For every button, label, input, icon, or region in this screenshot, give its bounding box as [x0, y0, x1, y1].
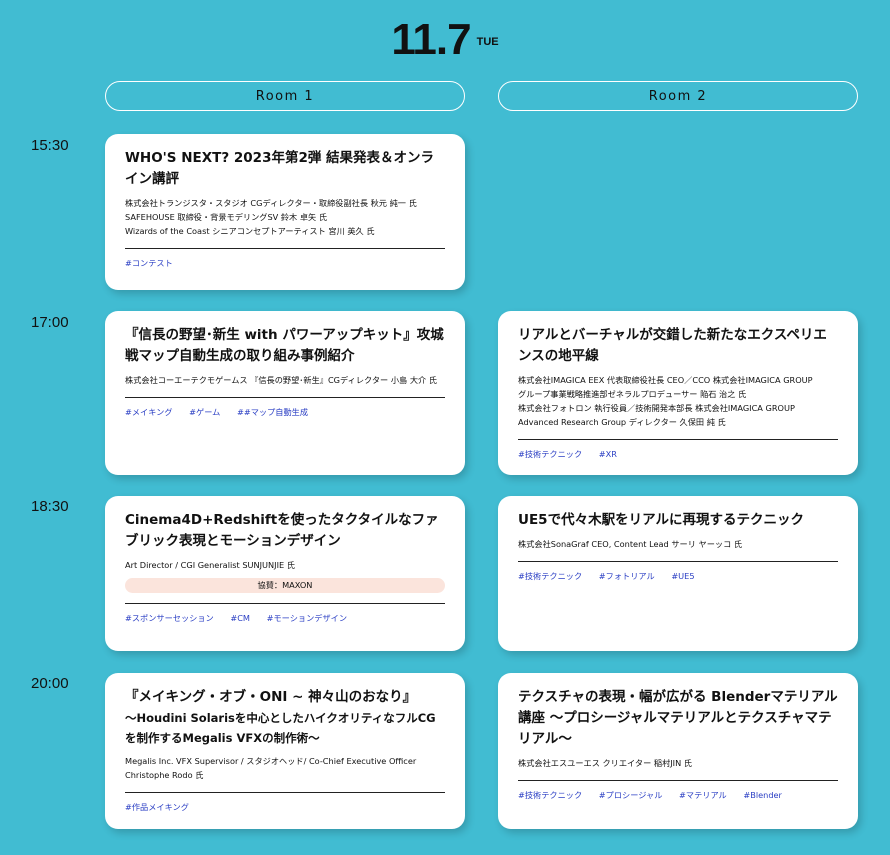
date-weekday: TUE: [476, 36, 499, 48]
tag-list: #技術テクニック #フォトリアル #UE5: [518, 570, 838, 582]
tag-link[interactable]: #技術テクニック: [518, 449, 582, 459]
session-title: UE5で代々木駅をリアルに再現するテクニック: [518, 512, 804, 528]
session-card[interactable]: リアルとバーチャルが交錯した新たなエクスペリエンスの地平線 株式会社IMAGIC…: [498, 311, 858, 475]
tag-link[interactable]: #UE5: [671, 571, 694, 581]
tag-link[interactable]: #XR: [599, 449, 617, 459]
time-label-2000: 20:00: [31, 675, 69, 692]
session-card[interactable]: 『信長の野望･新生 with パワーアップキット』攻城戦マップ自動生成の取り組み…: [105, 311, 465, 475]
tag-link[interactable]: #モーションデザイン: [267, 613, 347, 623]
tag-list: #技術テクニック #プロシージャル #マテリアル #Blender: [518, 789, 838, 801]
time-label-1700: 17:00: [31, 314, 69, 331]
divider: [518, 439, 838, 440]
tag-link[interactable]: #技術テクニック: [518, 571, 582, 581]
date-day: 11.7: [391, 15, 471, 64]
session-card[interactable]: UE5で代々木駅をリアルに再現するテクニック 株式会社SonaGraf CEO,…: [498, 496, 858, 651]
tag-link[interactable]: #技術テクニック: [518, 790, 582, 800]
tag-list: #コンテスト: [125, 257, 445, 269]
divider: [125, 603, 445, 604]
tag-link[interactable]: #スポンサーセッション: [125, 613, 214, 623]
session-title: 『信長の野望･新生 with パワーアップキット』攻城戦マップ自動生成の取り組み…: [125, 327, 444, 364]
speaker-line: 株式会社コーエーテクモゲームス 『信長の野望･新生』CGディレクター 小島 大介…: [125, 375, 437, 385]
time-label-1530: 15:30: [31, 137, 69, 154]
divider: [125, 397, 445, 398]
speaker-list: 株式会社エスユーエス クリエイター 稲村JIN 氏: [518, 756, 838, 770]
speaker-line: 株式会社フォトロン 執行役員／技術開発本部長 株式会社IMAGICA GROUP: [518, 403, 795, 413]
tag-link[interactable]: #作品メイキング: [125, 802, 189, 812]
speaker-list: 株式会社SonaGraf CEO, Content Lead サーリ ヤーッコ …: [518, 537, 838, 551]
session-card[interactable]: 『メイキング・オブ・ONI ~ 神々山のおなり』 ～Houdini Solari…: [105, 673, 465, 829]
speaker-line: Advanced Research Group ディレクター 久保田 純 氏: [518, 417, 726, 427]
session-title: WHO'S NEXT? 2023年第2弾 結果発表＆オンライン講評: [125, 150, 435, 187]
tag-list: #スポンサーセッション #CM #モーションデザイン: [125, 612, 445, 624]
time-label-1830: 18:30: [31, 498, 69, 515]
speaker-list: 株式会社トランジスタ・スタジオ CGディレクター・取締役副社長 秋元 純一 氏 …: [125, 196, 445, 238]
session-title: 『メイキング・オブ・ONI ~ 神々山のおなり』 ～Houdini Solari…: [125, 687, 445, 748]
session-card[interactable]: Cinema4D+Redshiftを使ったタクタイルなファブリック表現とモーショ…: [105, 496, 465, 651]
tag-link[interactable]: #Blender: [743, 790, 782, 800]
speaker-list: Art Director / CGI Generalist SUNJUNJIE …: [125, 558, 445, 572]
speaker-line: Art Director / CGI Generalist SUNJUNJIE …: [125, 560, 295, 570]
tag-link[interactable]: #プロシージャル: [599, 790, 663, 800]
tag-list: #技術テクニック #XR: [518, 448, 838, 460]
tag-link[interactable]: #フォトリアル: [599, 571, 655, 581]
divider: [518, 561, 838, 562]
divider: [518, 780, 838, 781]
speaker-list: 株式会社コーエーテクモゲームス 『信長の野望･新生』CGディレクター 小島 大介…: [125, 373, 445, 387]
divider: [125, 248, 445, 249]
speaker-line: Megalis Inc. VFX Supervisor / スタジオヘッド/ C…: [125, 756, 417, 780]
tag-list: #作品メイキング: [125, 801, 445, 813]
tag-link[interactable]: #メイキング: [125, 407, 173, 417]
speaker-line: 株式会社トランジスタ・スタジオ CGディレクター・取締役副社長 秋元 純一 氏: [125, 198, 417, 208]
speaker-line: 株式会社エスユーエス クリエイター 稲村JIN 氏: [518, 758, 692, 768]
speaker-line: グループ事業戦略推進部ゼネラルプロデューサー 陥石 治之 氏: [518, 389, 747, 399]
date-header: 11.7 TUE: [0, 14, 890, 66]
tag-link[interactable]: ##マップ自動生成: [237, 407, 308, 417]
speaker-line: 株式会社SonaGraf CEO, Content Lead サーリ ヤーッコ …: [518, 539, 743, 549]
speaker-line: 株式会社IMAGICA EEX 代表取締役社長 CEO／CCO 株式会社IMAG…: [518, 375, 813, 385]
session-title: Cinema4D+Redshiftを使ったタクタイルなファブリック表現とモーショ…: [125, 512, 439, 549]
speaker-line: SAFEHOUSE 取締役・背景モデリングSV 鈴木 卓矢 氏: [125, 212, 328, 222]
session-subtitle: ～Houdini Solarisを中心としたハイクオリティなフルCGを制作するM…: [125, 711, 436, 745]
speaker-list: Megalis Inc. VFX Supervisor / スタジオヘッド/ C…: [125, 754, 445, 782]
tag-list: #メイキング #ゲーム ##マップ自動生成: [125, 406, 445, 418]
room-1-header: Room 1: [105, 81, 465, 111]
room-2-header: Room 2: [498, 81, 858, 111]
tag-link[interactable]: #CM: [230, 613, 250, 623]
divider: [125, 792, 445, 793]
tag-link[interactable]: #コンテスト: [125, 258, 173, 268]
tag-link[interactable]: #マテリアル: [679, 790, 727, 800]
speaker-line: Wizards of the Coast シニアコンセプトアーティスト 宮川 英…: [125, 226, 375, 236]
session-title: テクスチャの表現・幅が広がる Blenderマテリアル講座 ～プロシージャルマテ…: [518, 689, 838, 747]
speaker-list: 株式会社IMAGICA EEX 代表取締役社長 CEO／CCO 株式会社IMAG…: [518, 373, 838, 429]
session-card[interactable]: WHO'S NEXT? 2023年第2弾 結果発表＆オンライン講評 株式会社トラ…: [105, 134, 465, 290]
sponsor-badge: 協賛：MAXON: [125, 578, 445, 593]
session-title-main: 『メイキング・オブ・ONI ~ 神々山のおなり』: [125, 689, 417, 705]
tag-link[interactable]: #ゲーム: [189, 407, 220, 417]
session-title: リアルとバーチャルが交錯した新たなエクスペリエンスの地平線: [518, 327, 827, 364]
session-card[interactable]: テクスチャの表現・幅が広がる Blenderマテリアル講座 ～プロシージャルマテ…: [498, 673, 858, 829]
